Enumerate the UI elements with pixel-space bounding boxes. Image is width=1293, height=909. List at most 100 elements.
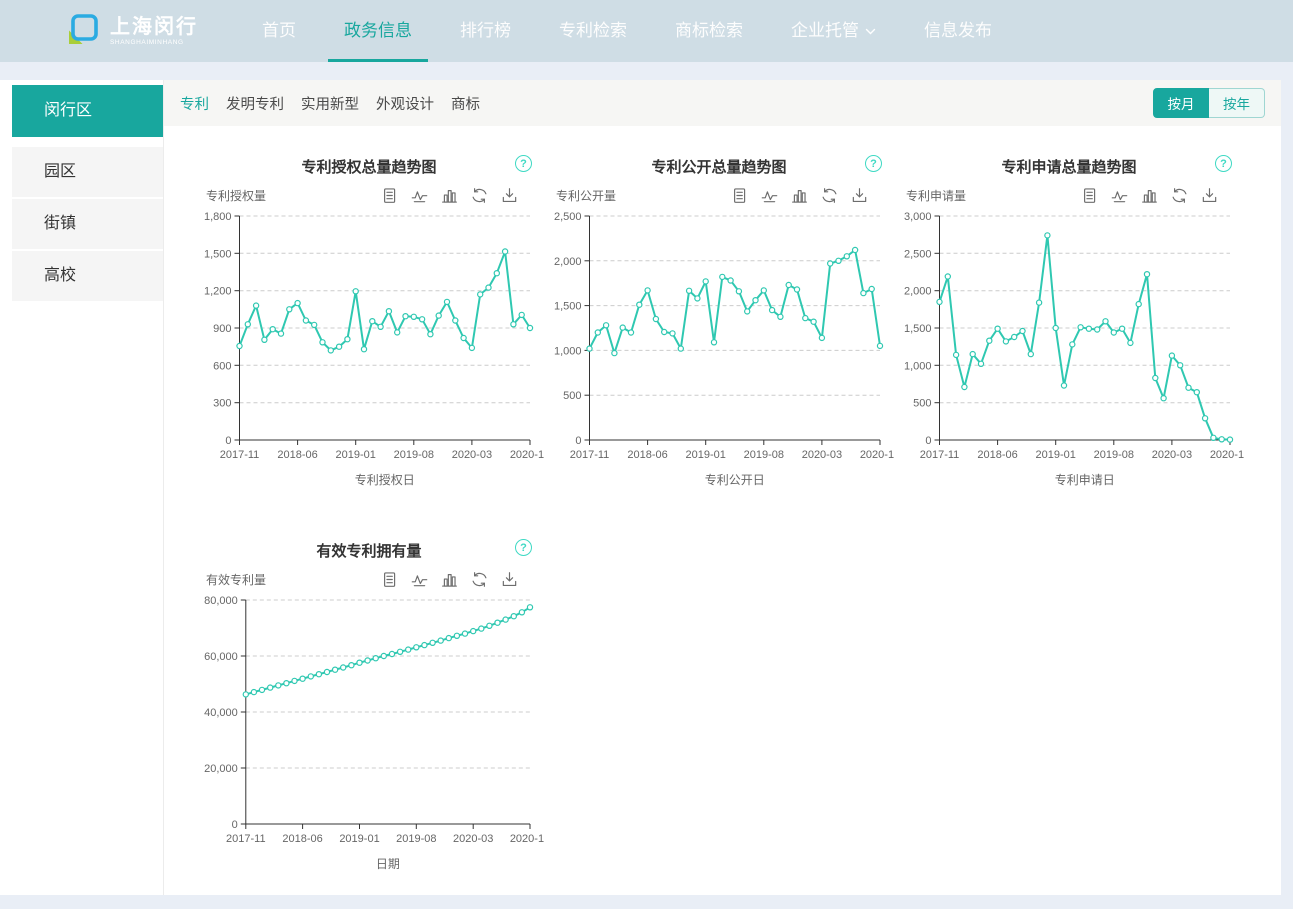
x-axis: 2017-11 2018-06 2019-01 2019-08 2020-03 2020-… [220,439,544,487]
bar-chart-icon[interactable] [1141,187,1158,204]
nav-item[interactable]: 企业托管 [767,0,900,62]
svg-text:500: 500 [913,398,931,410]
nav-item-label: 首页 [262,21,296,40]
svg-text:专利公开日: 专利公开日 [705,472,765,487]
bar-chart-icon[interactable] [441,571,458,588]
data-view-icon[interactable] [381,571,398,588]
svg-text:2018-06: 2018-06 [627,449,667,461]
nav-item[interactable]: 商标检索 [651,0,767,62]
svg-text:2017-11: 2017-11 [920,449,960,461]
nav-item-label: 商标检索 [675,21,743,40]
top-navbar: 上海闵行 SHANGHAIMINHANG 首页 政务信息 排行榜 专利检索 商标检索 企业… [0,0,1293,62]
chart-title: 专利公开总量趋势图 [651,159,787,176]
content-panel: 专利 发明专利 实用新型 外观设计 商标 按月 按年 专利授权总量趋势图 ? 专利授权量 … [163,80,1281,895]
sidebar-item[interactable]: 高校 [12,251,163,301]
download-icon[interactable] [501,187,518,204]
period-toggle-button[interactable]: 按月 [1153,88,1209,118]
line-chart-icon[interactable] [411,571,428,588]
svg-text:2017-11: 2017-11 [570,449,610,461]
region-sidebar: 闵行区 园区 街镇 高校 [0,80,163,895]
svg-text:40,000: 40,000 [204,707,238,719]
svg-text:2020-10: 2020-10 [510,833,544,845]
restore-icon[interactable] [471,187,488,204]
svg-text:900: 900 [213,323,231,335]
series-label: 专利公开量 [556,188,617,203]
tab[interactable]: 专利 [180,93,209,114]
bar-chart-icon[interactable] [791,187,808,204]
help-icon[interactable]: ? [865,155,882,172]
sidebar-item[interactable]: 闵行区 [12,85,163,137]
svg-text:2,500: 2,500 [904,248,932,260]
svg-text:2019-01: 2019-01 [339,833,379,845]
nav-item[interactable]: 政务信息 [320,0,436,62]
bar-chart-icon[interactable] [441,187,458,204]
restore-icon[interactable] [821,187,838,204]
svg-text:2019-08: 2019-08 [396,833,436,845]
chart-card: 专利公开总量趋势图 ? 专利公开量 0 500 1,000 1,500 2,000 2,5… [544,150,894,498]
chart-card: 有效专利拥有量 ? 有效专利量 0 20,000 40,000 60,000 80,00… [194,534,544,882]
svg-text:2019-01: 2019-01 [1036,449,1076,461]
chart-toolbar [731,187,868,204]
site-logo-icon [67,14,98,46]
help-icon[interactable]: ? [1215,155,1232,172]
help-icon[interactable]: ? [515,155,532,172]
series-line [586,246,884,357]
svg-text:500: 500 [563,390,581,402]
svg-text:2020-10: 2020-10 [1210,449,1244,461]
download-icon[interactable] [851,187,868,204]
svg-text:2020-10: 2020-10 [510,449,544,461]
nav-item-label: 政务信息 [344,21,412,40]
svg-text:2018-06: 2018-06 [277,449,317,461]
period-toggle-button[interactable]: 按年 [1209,88,1265,118]
svg-text:600: 600 [213,360,231,372]
svg-text:0: 0 [232,819,238,831]
line-chart-icon[interactable] [761,187,778,204]
tab[interactable]: 发明专利 [226,93,284,114]
svg-text:300: 300 [213,398,231,410]
svg-text:2019-08: 2019-08 [744,449,784,461]
download-icon[interactable] [1201,187,1218,204]
tab[interactable]: 实用新型 [301,93,359,114]
nav-item[interactable]: 专利检索 [535,0,651,62]
period-toggle: 按月 按年 [1153,88,1265,118]
series-label: 专利授权量 [206,188,267,203]
line-chart: 020,00040,00060,00080,0002017-11 2018-06 2… [204,595,544,871]
nav-item[interactable]: 信息发布 [900,0,1016,62]
sidebar-item[interactable]: 园区 [12,147,163,197]
nav-item-label: 排行榜 [460,21,511,40]
svg-text:2,000: 2,000 [554,256,582,268]
nav-item[interactable]: 首页 [238,0,320,62]
line-chart-icon[interactable] [1111,187,1128,204]
tab[interactable]: 外观设计 [376,93,434,114]
sidebar-item[interactable]: 街镇 [12,199,163,249]
site-logo[interactable]: 上海闵行 SHANGHAIMINHANG [64,13,198,49]
svg-text:0: 0 [575,435,581,447]
data-view-icon[interactable] [381,187,398,204]
chart-title: 专利申请总量趋势图 [1001,159,1137,176]
svg-text:0: 0 [925,435,931,447]
nav-item-label: 企业托管 [791,21,859,40]
tab[interactable]: 商标 [451,93,480,114]
svg-text:2,000: 2,000 [904,286,932,298]
chart-toolbar [1081,187,1218,204]
line-chart: 05001,0001,5002,0002,5002017-11 2018-06 20… [554,211,894,487]
svg-text:0: 0 [225,435,231,447]
tab-strip: 专利 发明专利 实用新型 外观设计 商标 按月 按年 [164,80,1281,126]
svg-text:1,800: 1,800 [204,211,232,223]
y-axis: 0 300 600 900 1,200 1,500 1,800 [204,211,530,447]
x-axis: 2017-11 2018-06 2019-01 2019-08 2020-03 2020-… [570,439,894,487]
main-nav: 首页 政务信息 排行榜 专利检索 商标检索 企业托管 信息发布 [238,0,1016,62]
svg-text:1,200: 1,200 [204,286,232,298]
line-chart-icon[interactable] [411,187,428,204]
restore-icon[interactable] [1171,187,1188,204]
svg-text:1,000: 1,000 [904,360,932,372]
download-icon[interactable] [501,571,518,588]
nav-item[interactable]: 排行榜 [436,0,535,62]
data-view-icon[interactable] [731,187,748,204]
svg-text:2019-08: 2019-08 [1094,449,1134,461]
nav-item-label: 信息发布 [924,21,992,40]
data-view-icon[interactable] [1081,187,1098,204]
help-icon[interactable]: ? [515,539,532,556]
svg-text:日期: 日期 [376,857,400,871]
restore-icon[interactable] [471,571,488,588]
